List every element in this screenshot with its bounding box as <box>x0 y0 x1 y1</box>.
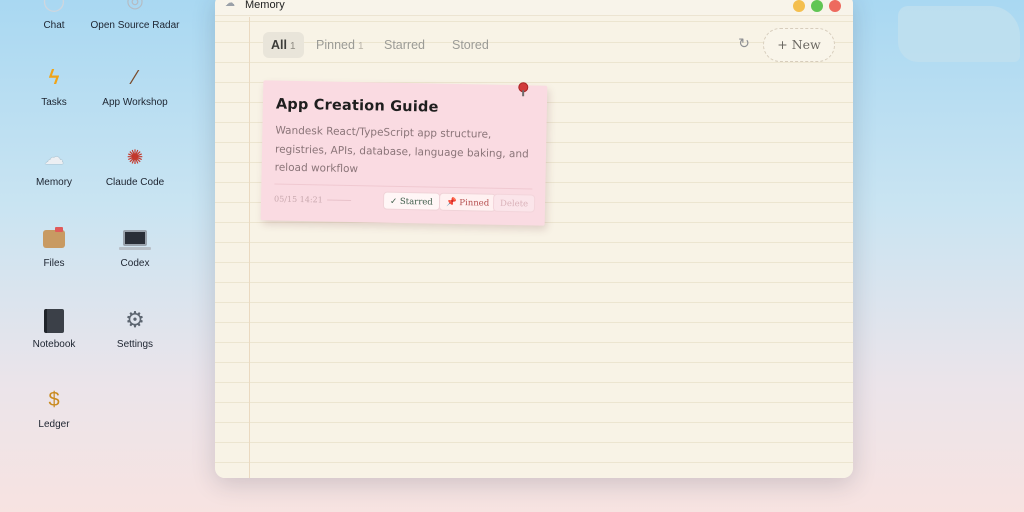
desktop-icon-settings[interactable]: ⚙ Settings <box>90 305 180 351</box>
desktop-icon-files[interactable]: Files <box>9 224 99 270</box>
starred-toggle-button[interactable]: ✓ Starred <box>382 191 440 211</box>
desktop-icon-ledger[interactable]: $ Ledger <box>9 385 99 431</box>
desktop-icon-app-workshop[interactable]: ⁄ App Workshop <box>90 63 180 109</box>
thought-cloud-icon: ☁ <box>225 0 235 9</box>
desktop-icon-label: App Workshop <box>102 97 168 108</box>
memory-note-card[interactable]: App Creation Guide Wandesk React/TypeScr… <box>260 80 548 226</box>
chat-bubble-icon: ◯ <box>42 0 66 12</box>
note-divider <box>274 183 533 190</box>
tab-stored[interactable]: Stored <box>444 32 497 58</box>
timestamp-rule <box>327 199 352 201</box>
tab-label: Starred <box>384 38 425 52</box>
file-box-icon <box>43 227 65 248</box>
paper-margin-line <box>249 17 250 478</box>
desktop-icon-codex[interactable]: Codex <box>90 224 180 270</box>
minimize-button[interactable] <box>793 0 805 12</box>
tab-pinned[interactable]: Pinned 1 <box>308 32 372 58</box>
desktop-icon-memory[interactable]: ☁ Memory <box>9 143 99 189</box>
desktop-icon-tasks[interactable]: ϟ Tasks <box>9 63 99 109</box>
tab-all[interactable]: All 1 <box>263 32 304 58</box>
desktop-icon-label: Settings <box>116 339 154 350</box>
tab-count: 1 <box>289 41 296 52</box>
desktop-icon-claude-code[interactable]: ✺ Claude Code <box>90 143 180 189</box>
desktop-icon-label: Notebook <box>32 339 76 350</box>
new-memory-button[interactable]: + New <box>763 28 835 62</box>
desktop-icon-label: Tasks <box>41 97 67 108</box>
magic-wand-icon: ⁄ <box>133 67 137 89</box>
money-bag-icon: $ <box>48 389 60 411</box>
desktop-icon-label: Codex <box>120 258 150 269</box>
notebook-icon <box>44 309 64 333</box>
background-window-fragment <box>898 6 1020 62</box>
note-timestamp: 05/15 14:21 <box>274 194 323 205</box>
title-bar[interactable]: ☁ Memory <box>215 0 853 16</box>
desktop-icon-label: Claude Code <box>105 177 165 188</box>
desktop-icon-label: Ledger <box>38 419 70 430</box>
pushpin-icon <box>519 83 528 92</box>
tab-starred[interactable]: Starred <box>376 32 433 58</box>
desktop-icon-label: Memory <box>35 177 73 188</box>
desktop-icon-label: Files <box>43 258 65 269</box>
memory-window: ☁ Memory All 1 Pinned 1 Starred Stored ↻ +… <box>215 0 853 478</box>
pinned-toggle-button[interactable]: 📌 Pinned <box>438 192 497 212</box>
thought-cloud-icon: ☁ <box>44 147 64 169</box>
close-button[interactable] <box>829 0 841 12</box>
desktop-icon-label: Open Source Radar <box>90 20 180 31</box>
desktop-icon-chat[interactable]: ◯ Chat <box>9 0 99 32</box>
lightning-bolt-icon: ϟ <box>48 67 60 89</box>
desktop-icon-label: Chat <box>43 20 65 31</box>
delete-button[interactable]: Delete <box>492 193 536 213</box>
tab-label: Stored <box>452 38 489 52</box>
maximize-button[interactable] <box>811 0 823 12</box>
tab-label: All <box>271 38 287 52</box>
tab-count: 1 <box>357 41 364 52</box>
note-title: App Creation Guide <box>275 96 439 116</box>
window-title: Memory <box>245 0 285 11</box>
laptop-icon <box>119 230 151 250</box>
desktop-icon-open-source-radar[interactable]: ◎ Open Source Radar <box>90 0 180 32</box>
tab-label: Pinned <box>316 38 355 52</box>
desktop: ◯ Chat ◎ Open Source Radar ϟ Tasks ⁄ App… <box>0 0 200 512</box>
gear-icon: ⚙ <box>125 307 145 332</box>
radar-icon: ◎ <box>126 0 144 12</box>
note-body: Wandesk React/TypeScript app structure, … <box>274 124 529 176</box>
octopus-icon: ✺ <box>126 147 144 169</box>
desktop-icon-notebook[interactable]: Notebook <box>9 305 99 351</box>
refresh-icon[interactable]: ↻ <box>735 35 753 52</box>
